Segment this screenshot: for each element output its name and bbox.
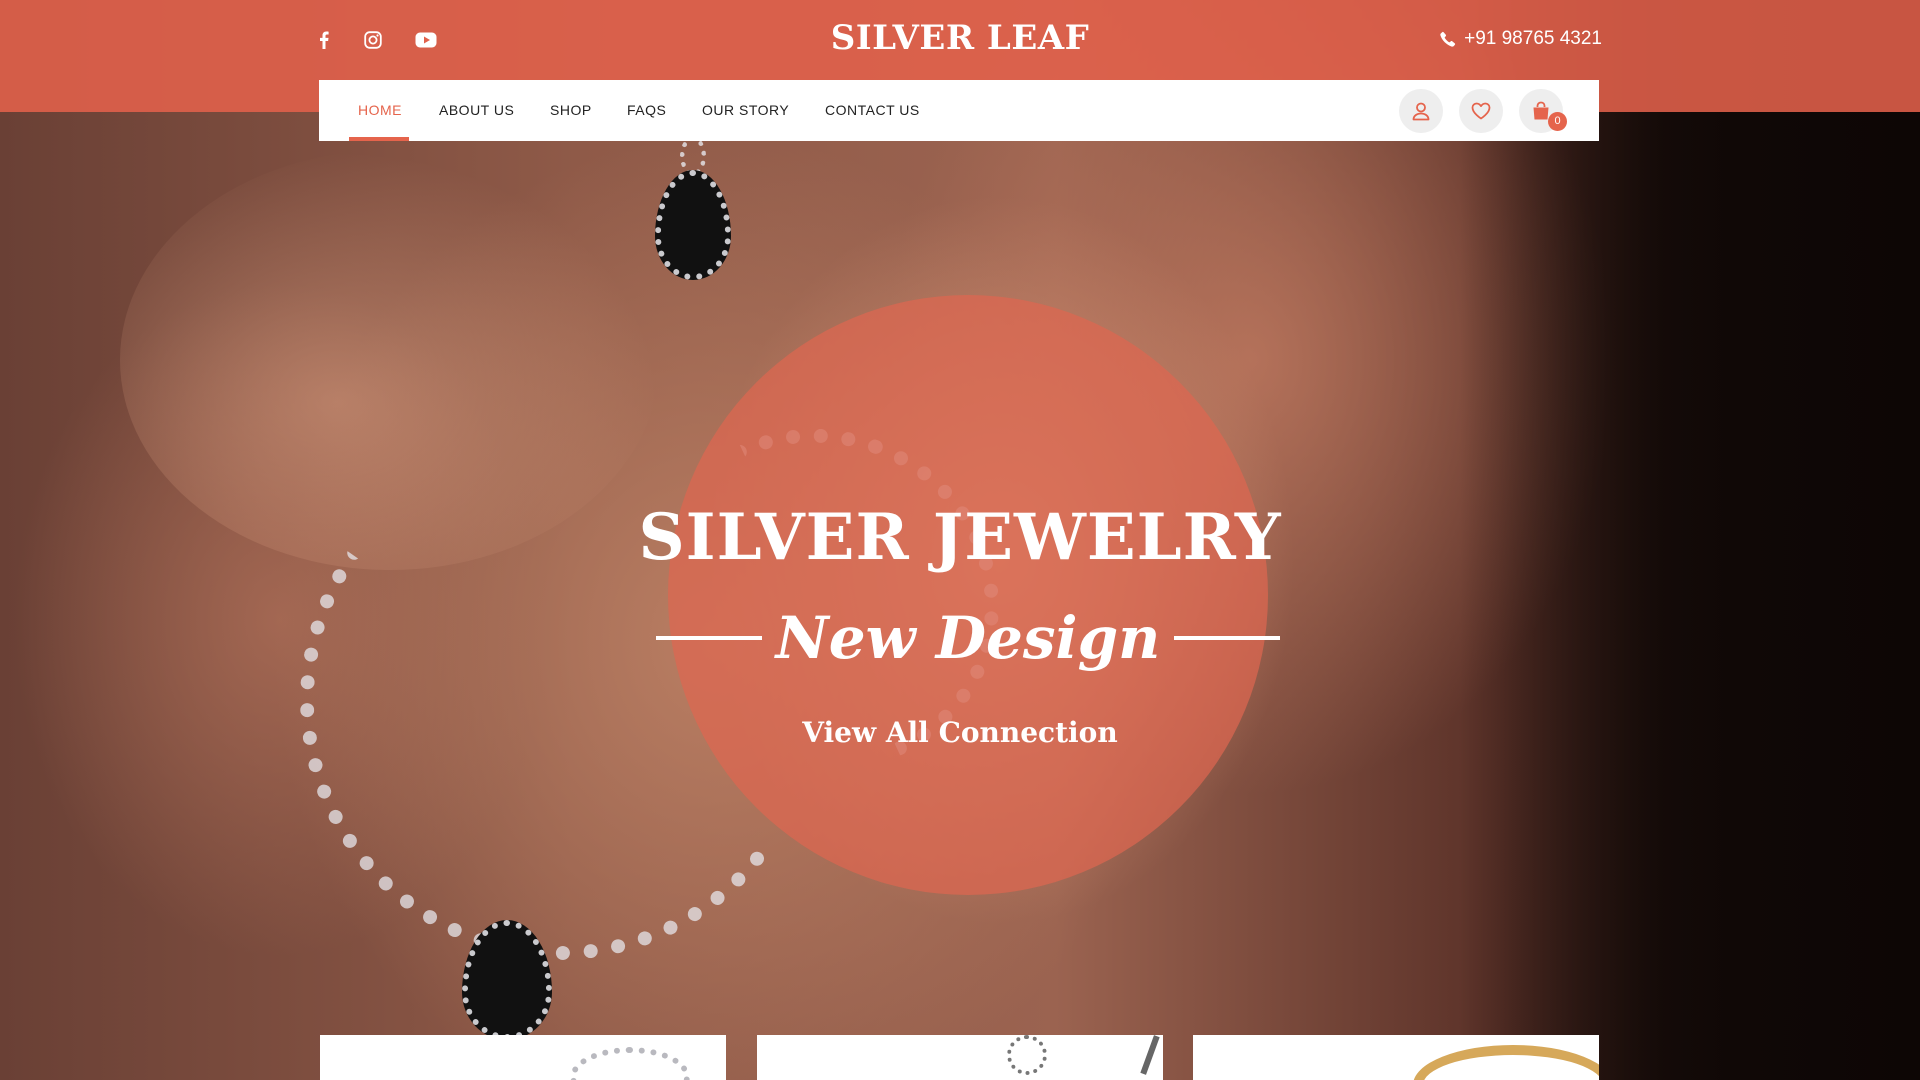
nav-item-faqs[interactable]: FAQS <box>627 80 666 141</box>
hero-subtitle-line-left <box>655 636 762 640</box>
product-image-gold-bangle <box>1413 1045 1599 1080</box>
hero-image-earring <box>655 170 731 280</box>
main-navigation: HOME ABOUT US SHOP FAQS OUR STORY CONTAC… <box>319 80 1599 141</box>
nav-item-our-story[interactable]: OUR STORY <box>702 80 789 141</box>
nav-item-contact-us[interactable]: CONTACT US <box>825 80 920 141</box>
cart-count-badge: 0 <box>1548 112 1567 131</box>
site-logo[interactable]: SILVER LEAF <box>0 18 1920 58</box>
heart-icon <box>1471 102 1491 120</box>
nav-item-about-us[interactable]: ABOUT US <box>439 80 514 141</box>
header-phone[interactable]: +91 98765 4321 <box>1440 28 1602 50</box>
user-icon <box>1412 102 1430 121</box>
cart-button[interactable]: 0 <box>1519 89 1567 133</box>
product-card[interactable] <box>1193 1035 1599 1080</box>
hero-subtitle-line-right <box>1174 636 1281 640</box>
nav-item-shop[interactable]: SHOP <box>550 80 592 141</box>
hero-title: SILVER JEWELRY <box>638 500 1282 575</box>
phone-number: +91 98765 4321 <box>1464 28 1602 49</box>
product-image-pendant <box>1007 1035 1047 1075</box>
hero-overlay-circle <box>668 295 1268 895</box>
hero-subtitle-row: New Design <box>655 598 1281 678</box>
product-card[interactable] <box>757 1035 1163 1080</box>
nav-item-home[interactable]: HOME <box>349 80 409 141</box>
product-image-bracelet <box>570 1047 690 1080</box>
wishlist-button[interactable] <box>1459 89 1503 133</box>
product-card[interactable] <box>320 1035 726 1080</box>
account-button[interactable] <box>1399 89 1443 133</box>
product-image-chain <box>1140 1035 1160 1075</box>
phone-icon <box>1440 31 1456 47</box>
hero-subtitle: New Design <box>775 604 1161 672</box>
view-all-collection-link[interactable]: View All Connection <box>0 716 1920 749</box>
